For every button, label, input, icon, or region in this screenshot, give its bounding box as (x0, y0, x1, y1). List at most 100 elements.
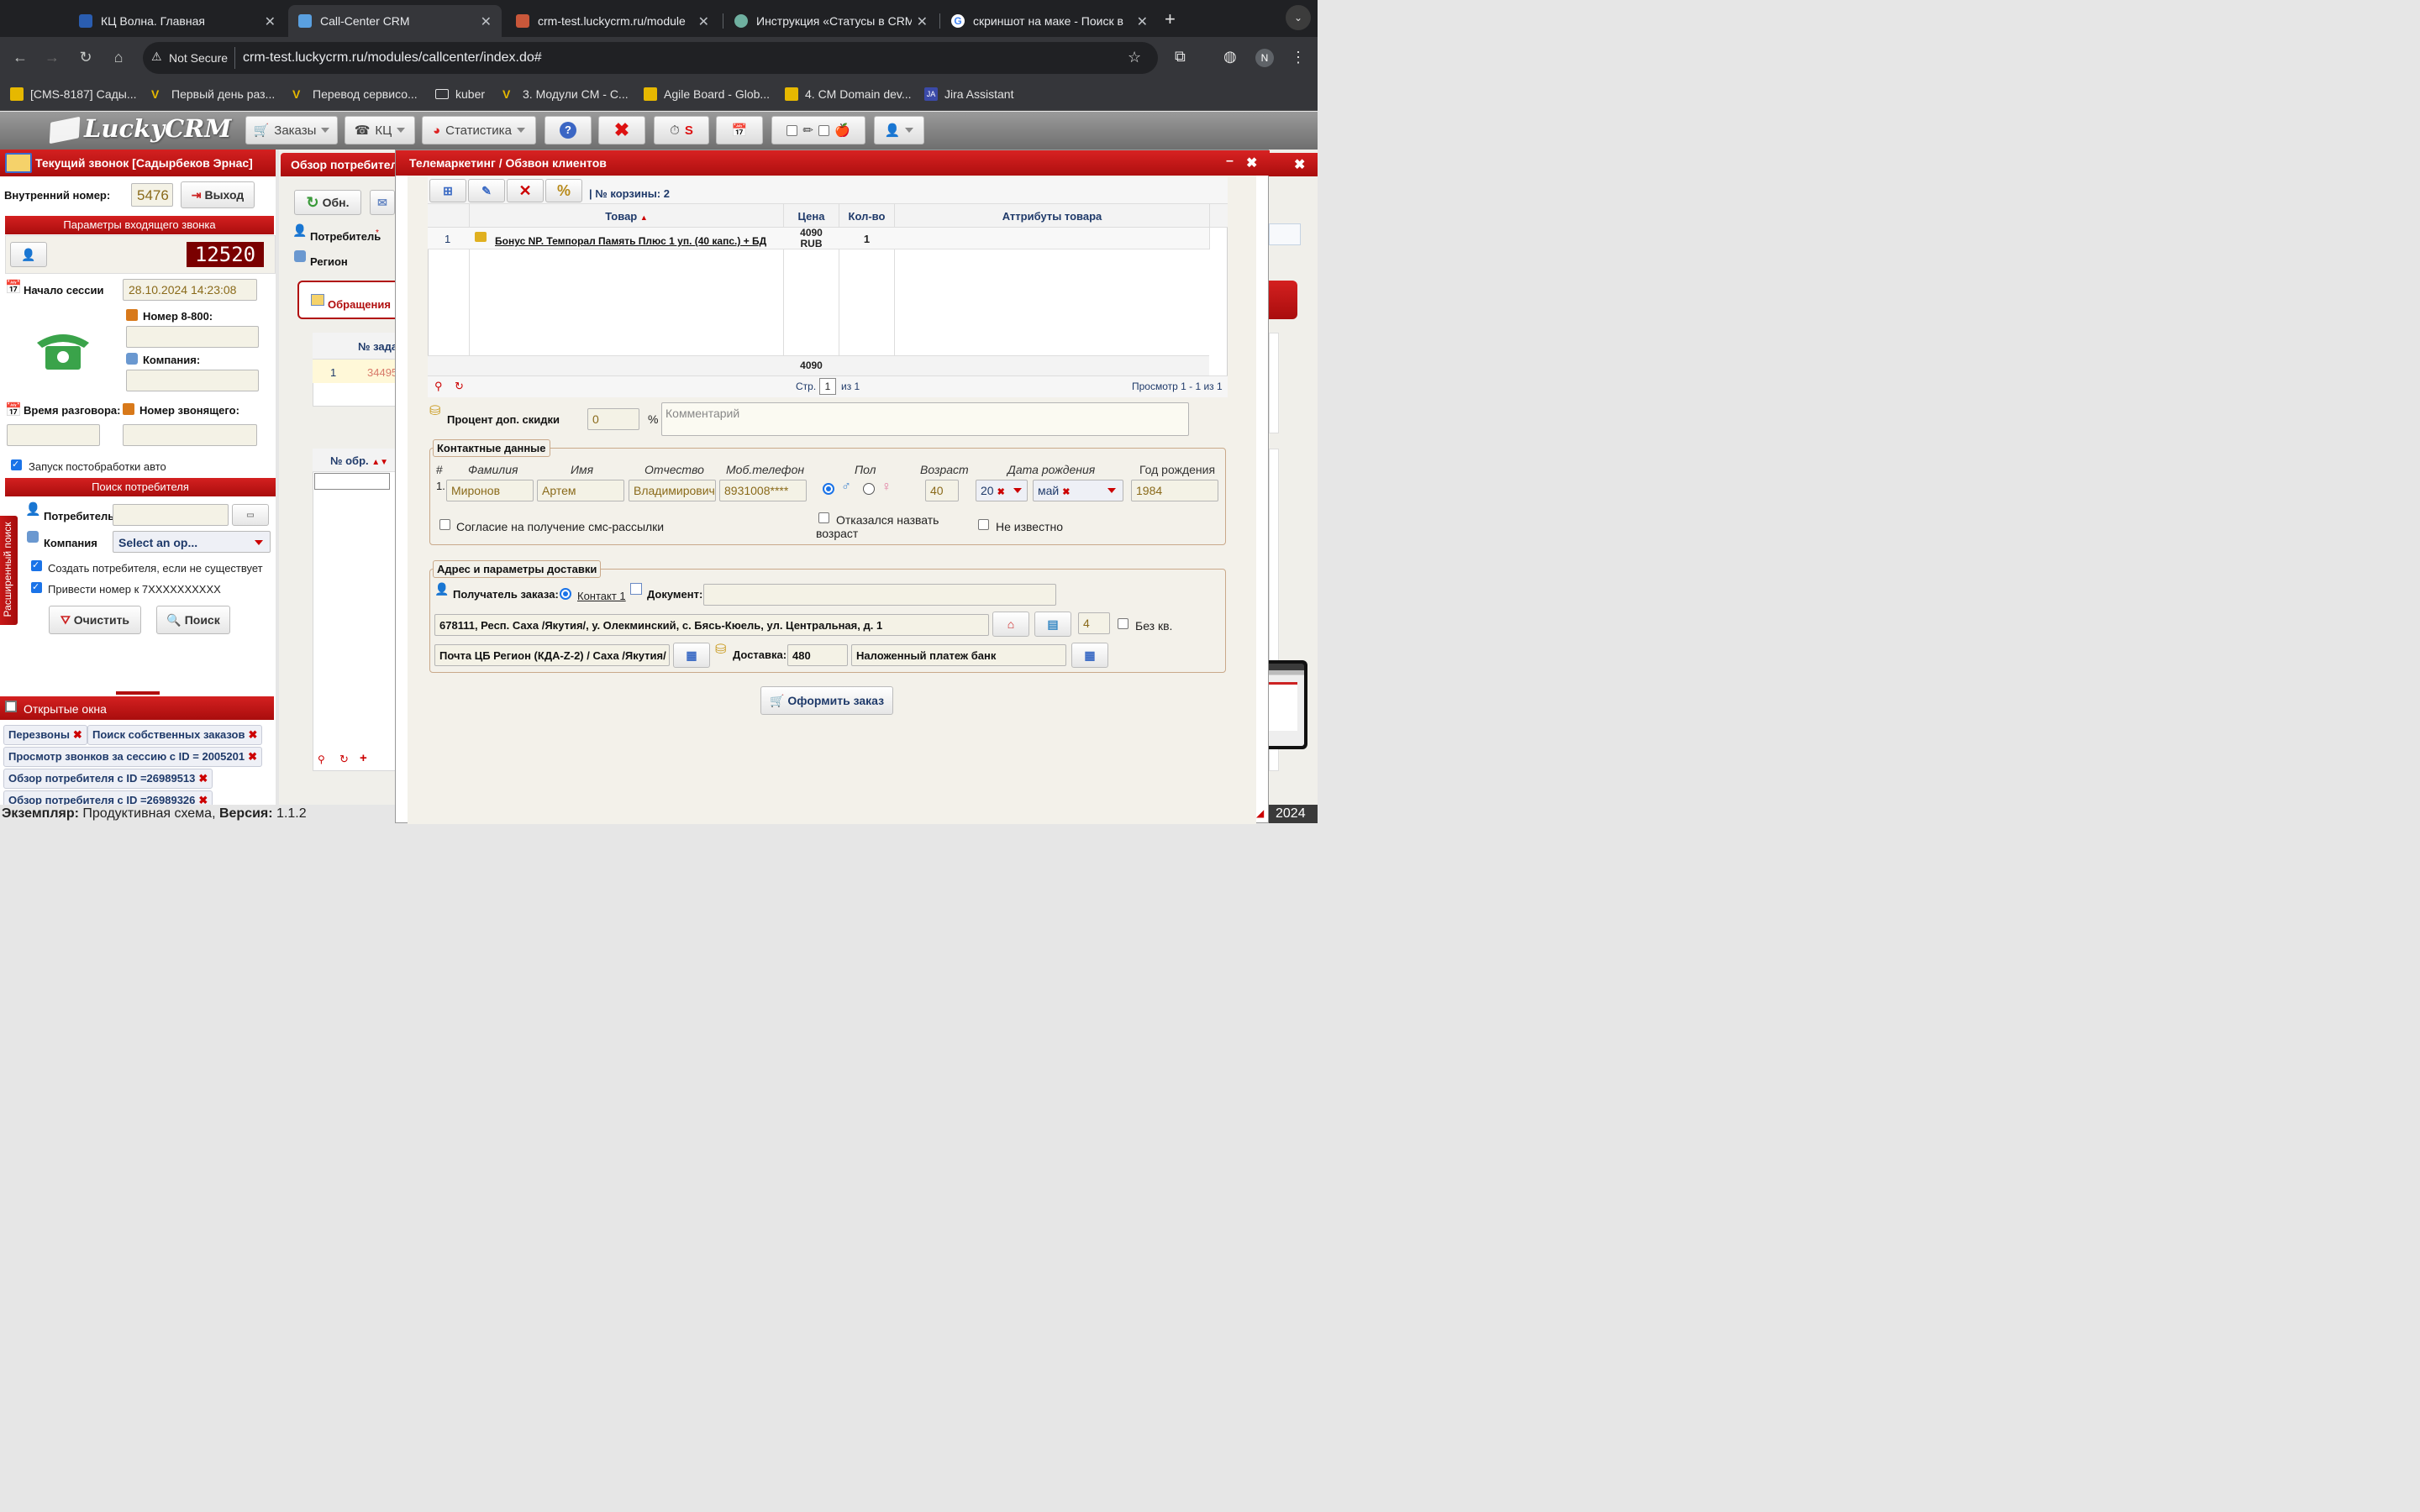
discount-button[interactable]: % (545, 179, 582, 202)
close-tab-icon[interactable]: ✕ (481, 13, 492, 30)
tasks-row-id[interactable]: 34495 (367, 366, 397, 379)
search-button[interactable]: 🔍 Поиск (156, 606, 230, 634)
user-menu[interactable]: 👤 (874, 116, 924, 144)
clear-icon[interactable]: ✖ (1062, 487, 1070, 497)
payment-select-button[interactable]: ▦ (1071, 643, 1108, 668)
resize-handle-icon[interactable]: ◢ (1256, 807, 1264, 819)
recipient-contact-radio[interactable] (560, 588, 571, 600)
document-field[interactable] (703, 584, 1056, 606)
tasks-col-header[interactable]: № зада (358, 340, 397, 353)
col-header-price[interactable]: Цена (784, 210, 839, 223)
middle-name-field[interactable]: Владимирович (629, 480, 716, 501)
bookmark-item[interactable]: JA Jira Assistant (924, 87, 1013, 101)
company-select[interactable]: Select an op... (113, 531, 271, 553)
sms-consent-checkbox[interactable] (439, 519, 450, 530)
performance-icon[interactable]: ◍ (1223, 48, 1237, 66)
recipient-contact-label[interactable]: Контакт 1 (577, 590, 626, 602)
normalize-number-checkbox[interactable] (31, 581, 42, 593)
col-header-qty[interactable]: Кол-во (839, 210, 894, 223)
clear-button[interactable]: ⛛ Очистить (49, 606, 141, 634)
pager-page-input[interactable]: 1 (819, 378, 836, 395)
forward-icon[interactable]: → (42, 49, 62, 66)
close-modal-icon[interactable]: ✖ (1246, 155, 1257, 171)
calendar-button[interactable]: 📅 (716, 116, 763, 144)
company-field[interactable] (126, 370, 259, 391)
open-window-tag[interactable]: Поиск собственных заказов ✖ (87, 725, 263, 745)
tab-search-icon[interactable]: ⌄ (1286, 5, 1311, 30)
close-tab-icon[interactable]: ✕ (1137, 13, 1148, 30)
payment-field[interactable]: Наложенный платеж банк (851, 644, 1066, 666)
calendar-grid-icon[interactable] (5, 153, 32, 173)
discount-field[interactable]: 0 (587, 408, 639, 430)
bookmark-item[interactable]: V Первый день раз... (151, 87, 275, 101)
bookmark-item[interactable]: V 3. Модули CM - C... (502, 87, 629, 101)
search-icon[interactable]: ⚲ (434, 380, 443, 393)
cart-row-product[interactable]: Бонус NP. Темпорал Память Плюс 1 уп. (40… (495, 235, 766, 247)
open-window-tag[interactable]: Просмотр звонков за сессию с ID = 200520… (3, 747, 262, 767)
consumer-search-lookup-button[interactable]: ▭ (232, 504, 269, 526)
search-icon[interactable]: ⚲ (318, 753, 325, 765)
add-item-button[interactable]: ⊞ (429, 179, 466, 202)
minimize-icon[interactable]: – (1226, 154, 1234, 169)
bookmark-folder[interactable]: kuber (435, 87, 485, 101)
close-tab-icon[interactable]: ✕ (917, 13, 928, 30)
close-icon[interactable]: ✖ (198, 772, 208, 785)
talk-time-field[interactable] (7, 424, 100, 446)
warning-icon[interactable]: ⚠ (151, 50, 162, 64)
address-home-button[interactable]: ⌂ (992, 612, 1029, 637)
exit-button[interactable]: ⇥ Выход (181, 181, 255, 208)
comment-field[interactable]: Комментарий (661, 402, 1189, 436)
caller-number-field[interactable] (123, 424, 257, 446)
bookmark-item[interactable]: 4. CM Domain dev... (785, 87, 912, 101)
refresh-button[interactable]: ↻ Обн. (294, 190, 361, 215)
create-consumer-checkbox[interactable] (31, 559, 42, 571)
back-icon[interactable]: ← (10, 49, 30, 66)
refresh-small-icon[interactable]: ↻ (455, 380, 464, 393)
security-label[interactable]: Not Secure (169, 51, 228, 65)
cart-row-qty[interactable]: 1 (839, 233, 894, 245)
close-all-button[interactable]: ✖ (598, 116, 645, 144)
col-header-attributes[interactable]: Аттрибуты товара (895, 210, 1209, 223)
birth-year-field[interactable]: 1984 (1131, 480, 1218, 501)
post-office-field[interactable]: Почта ЦБ Регион (КДА-Z-2) / Саха /Якутия… (434, 644, 670, 666)
refresh-small-icon[interactable]: ↻ (339, 753, 349, 766)
delivery-cost-field[interactable]: 480 (787, 644, 848, 666)
appeals-col-header[interactable]: № обр. ▲▼ (330, 454, 388, 467)
apartment-field[interactable]: 4 (1078, 612, 1110, 634)
delete-item-button[interactable]: ✕ (507, 179, 544, 202)
close-icon[interactable]: ✖ (73, 728, 82, 741)
address-map-button[interactable]: ▤ (1034, 612, 1071, 637)
url-text[interactable]: crm-test.luckycrm.ru/modules/callcenter/… (243, 50, 542, 66)
close-tab-icon[interactable]: ✕ (698, 13, 709, 30)
submit-order-button[interactable]: 🛒 Оформить заказ (760, 686, 893, 715)
open-window-tag[interactable]: Перезвоны ✖ (3, 725, 87, 745)
reload-icon[interactable]: ↻ (76, 49, 96, 66)
internal-number-field[interactable]: 5476 (131, 183, 173, 207)
bookmark-item[interactable]: [CMS-8187] Сады... (10, 87, 137, 101)
toggle-checkbox[interactable] (786, 124, 798, 136)
no-apartment-checkbox[interactable] (1118, 618, 1128, 629)
browser-menu-icon[interactable]: ⋮ (1291, 49, 1306, 66)
toggle-checkbox[interactable] (818, 124, 829, 136)
browser-tab[interactable]: crm-test.luckycrm.ru/module ✕ (506, 5, 719, 37)
close-tab-icon[interactable]: ✕ (265, 13, 276, 30)
phone-green-icon[interactable] (34, 331, 92, 371)
bookmark-item[interactable]: Agile Board - Glob... (644, 87, 770, 101)
orders-menu[interactable]: 🛒 Заказы (245, 116, 338, 144)
stats-menu[interactable]: ◕ Статистика (422, 116, 536, 144)
bookmark-star-icon[interactable]: ☆ (1128, 49, 1141, 66)
close-icon[interactable]: ✖ (248, 728, 257, 741)
close-icon[interactable]: ✖ (248, 750, 257, 763)
consumer-search-field[interactable] (113, 504, 229, 526)
number-800-field[interactable] (126, 326, 259, 348)
home-icon[interactable]: ⌂ (108, 49, 129, 66)
session-start-field[interactable]: 28.10.2024 14:23:08 (123, 279, 257, 301)
browser-tab[interactable]: Инструкция «Статусы в CRM ✕ (724, 5, 938, 37)
close-window-icon[interactable]: ✖ (1294, 156, 1305, 173)
splitter-handle[interactable] (116, 691, 160, 695)
extended-search-label[interactable]: Расширенный поиск (2, 515, 15, 624)
profile-avatar[interactable]: N (1255, 49, 1274, 67)
extensions-icon[interactable]: ⧉ (1175, 48, 1186, 66)
edit-item-button[interactable]: ✎ (468, 179, 505, 202)
add-icon[interactable]: + (360, 751, 367, 765)
